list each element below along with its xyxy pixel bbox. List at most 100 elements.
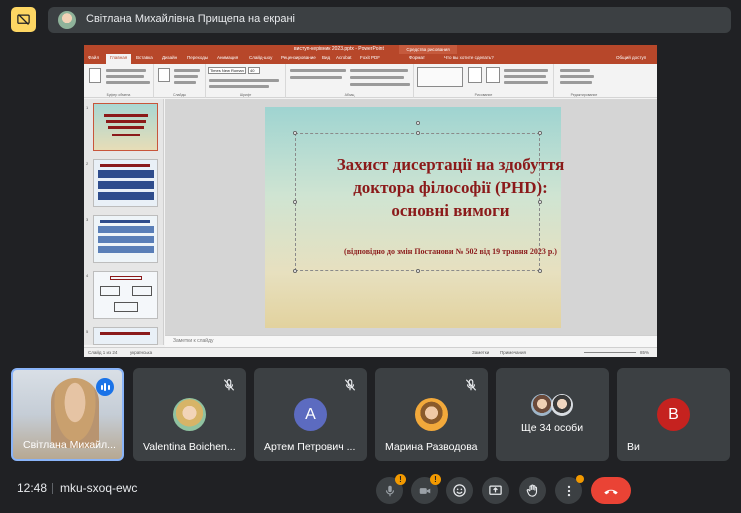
participant-name: Світлана Михайл... (23, 439, 116, 451)
camera-icon (419, 487, 430, 494)
participant-avatar (531, 394, 553, 416)
divider (52, 483, 53, 494)
ppt-tab-transitions[interactable]: Переходы (187, 55, 208, 60)
stop-presenting-icon[interactable] (11, 7, 36, 32)
ppt-help-search[interactable]: Что вы хотите сделать? (444, 55, 494, 60)
status-slide-count: Слайд 1 из 24 (88, 350, 118, 355)
raise-hand-button[interactable] (519, 477, 546, 504)
status-comments-button[interactable]: Примечания (500, 350, 526, 355)
ppt-title-bar: виступ-керівник 2023.pptx - PowerPoint С… (84, 45, 657, 54)
participant-tile-self-presenter[interactable]: Світлана Михайл... (11, 368, 124, 461)
mic-off-icon (223, 379, 235, 391)
present-icon (489, 485, 502, 495)
zoom-slider[interactable] (584, 352, 636, 353)
quick-styles-icon[interactable] (486, 67, 500, 83)
ppt-tab-design[interactable]: Дизайн (162, 55, 177, 60)
ribbon-label-editing: Редактирование (570, 93, 598, 97)
ppt-ribbon: Буфер обмена Слайды Times New Roman 40 Ш… (84, 64, 657, 98)
shared-screen: виступ-керівник 2023.pptx - PowerPoint С… (84, 45, 657, 357)
thumb-number: 4 (86, 273, 89, 278)
participant-name: Марина Разводова (385, 441, 478, 453)
notes-pane[interactable]: Заметки к слайду (165, 335, 657, 347)
mic-icon (385, 485, 394, 496)
slide-thumbnail[interactable] (93, 103, 158, 151)
participant-avatar (551, 394, 573, 416)
mic-warning-badge: ! (395, 474, 406, 485)
mic-off-icon (465, 379, 477, 391)
ribbon-label-slides: Слайды (172, 93, 187, 97)
ribbon-group-paragraph: Абзац (286, 64, 414, 98)
slide-thumbnails: 1 2 3 4 5 (84, 99, 164, 345)
paste-icon[interactable] (89, 68, 101, 83)
more-participants-label: Ще 34 особи (520, 422, 584, 434)
ppt-tab-acrobat[interactable]: Acrobat (336, 55, 352, 60)
ribbon-label-clipboard: Буфер обмена (106, 93, 131, 97)
leave-call-button[interactable] (591, 477, 631, 504)
ppt-tab-review[interactable]: Рецензирование (281, 55, 316, 60)
participant-name: Артем Петрович ... (264, 441, 356, 453)
participant-name: Ви (627, 441, 640, 453)
participant-tile-you[interactable]: В Ви (617, 368, 730, 461)
ribbon-group-font: Times New Roman 40 Шрифт (206, 64, 286, 98)
emoji-reactions-button[interactable] (446, 477, 473, 504)
slide-title: Захист дисертації на здобуття доктора фі… (336, 155, 565, 220)
ppt-tab-insert[interactable]: Вставка (136, 55, 153, 60)
notes-placeholder: Заметки к слайду (173, 338, 214, 344)
ppt-tab-format[interactable]: Формат (409, 55, 425, 60)
participant-avatar (173, 398, 206, 431)
participant-video (51, 378, 99, 448)
ppt-tab-animation[interactable]: Анимация (217, 55, 238, 60)
participant-tile-others[interactable]: Ще 34 особи (496, 368, 609, 461)
ribbon-label-font: Шрифт (239, 93, 252, 97)
ppt-tab-slideshow[interactable]: Слайд-шоу (249, 55, 272, 60)
ribbon-group-drawing: Рисование (414, 64, 554, 98)
thumb-number: 2 (86, 161, 89, 166)
ppt-share[interactable]: Общий доступ (616, 55, 646, 60)
presenter-banner: Світлана Михайлівна Прищепа на екрані (48, 7, 731, 33)
participant-tile[interactable]: А Артем Петрович ... (254, 368, 367, 461)
status-notes-button[interactable]: Заметки (472, 350, 489, 355)
ppt-tab-foxit[interactable]: Foxit PDF (360, 55, 380, 60)
meeting-code[interactable]: mku-sxoq-ewc (60, 481, 137, 495)
participant-name: Valentina Boichen... (143, 441, 236, 453)
font-name-box[interactable]: Times New Roman (208, 67, 246, 74)
thumb-number: 3 (86, 217, 89, 222)
slide-thumbnail[interactable] (93, 159, 158, 207)
participant-tile[interactable]: Valentina Boichen... (133, 368, 246, 461)
slide-thumbnail[interactable] (93, 271, 158, 319)
status-language: українська (130, 350, 153, 355)
more-vert-icon (567, 485, 570, 496)
hand-icon (526, 484, 538, 497)
ribbon-group-editing: Редактирование (554, 64, 614, 98)
ppt-tab-bar: Файл Главная Вставка Дизайн Переходы Ани… (84, 54, 657, 64)
ppt-tab-home[interactable]: Главная (106, 54, 132, 64)
participant-avatar (415, 398, 448, 431)
participant-avatar: А (294, 398, 327, 431)
new-slide-icon[interactable] (158, 68, 170, 82)
present-screen-button[interactable] (482, 477, 509, 504)
rotate-handle[interactable] (416, 121, 420, 125)
camera-toggle-button[interactable]: ! (411, 474, 441, 504)
slide-thumbnail[interactable] (93, 327, 158, 345)
more-options-button[interactable] (555, 475, 584, 504)
ribbon-label-drawing: Рисование (474, 93, 493, 97)
arrange-icon[interactable] (468, 67, 482, 83)
participant-tile[interactable]: Марина Разводова (375, 368, 488, 461)
slide-subtitle: (відповідно до змін Постанови № 502 від … (344, 247, 557, 256)
hang-up-icon (604, 489, 618, 494)
ppt-window-title: виступ-керівник 2023.pptx - PowerPoint (294, 46, 384, 52)
presenter-text: Світлана Михайлівна Прищепа на екрані (86, 13, 295, 25)
status-zoom[interactable]: 85% (640, 350, 649, 355)
ribbon-group-slides: Слайды (154, 64, 206, 98)
font-size-box[interactable]: 40 (248, 67, 260, 74)
slide-thumbnail[interactable] (93, 215, 158, 263)
top-bar: Світлана Михайлівна Прищепа на екрані (0, 0, 741, 40)
thumb-number: 5 (86, 329, 89, 334)
ppt-tab-file[interactable]: Файл (88, 55, 99, 60)
ppt-tab-view[interactable]: Вид (322, 55, 330, 60)
mic-off-icon (344, 379, 356, 391)
emoji-icon (453, 484, 466, 497)
ppt-context-tab: Средства рисования (399, 45, 457, 54)
mic-toggle-button[interactable]: ! (376, 474, 406, 504)
shapes-gallery[interactable] (417, 67, 463, 87)
